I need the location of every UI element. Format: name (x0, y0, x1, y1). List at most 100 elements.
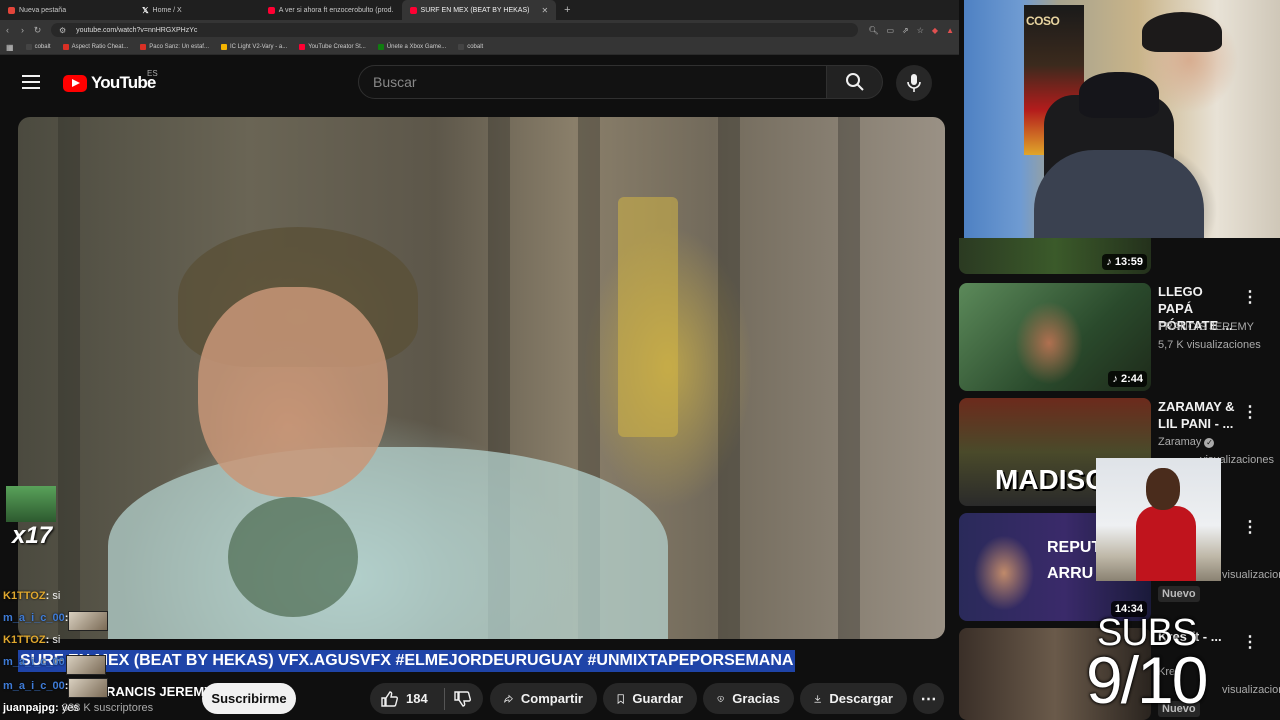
duration-text: 2:44 (1120, 373, 1143, 385)
chat-user: K1TTOZ (3, 590, 46, 602)
webcam-person-hair (1142, 12, 1222, 52)
bookmark-favicon (377, 44, 384, 50)
chat-user: m_a_i_c_00 (3, 612, 65, 624)
bookmark-aspect-ratio[interactable]: Aspect Ratio Cheat... (62, 44, 128, 50)
alert-icon[interactable]: ▲ (946, 26, 954, 35)
video-scene-detail (838, 117, 860, 639)
bookmark-favicon (299, 44, 306, 50)
download-button[interactable]: Descargar (800, 683, 907, 714)
recommendation-item[interactable]: ♪ 2:44 LLEGO PAPÁ PÓRTATE ... FRANCIS JE… (959, 283, 1280, 391)
bookmark-label: Paco Sanz: Un estaf... (149, 44, 209, 50)
like-icon[interactable] (380, 690, 398, 708)
youtube-logo[interactable]: YouTube (63, 73, 156, 93)
thanks-icon: $ (717, 695, 724, 702)
bookmark-favicon (140, 44, 147, 50)
bookmark-favicon (62, 44, 69, 50)
bookmark-label: IC Light V2-Vary - a... (229, 44, 288, 50)
music-note-icon: ♪ (1112, 373, 1121, 385)
tab-label: Nueva pestaña (19, 6, 67, 14)
more-vertical-icon[interactable]: ⋮ (1242, 632, 1258, 652)
chat-user: K1TTOZ (3, 634, 46, 646)
tab-surf-en-mex[interactable]: SURF EN MEX (BEAT BY HEKAS) ✕ (401, 0, 557, 20)
zoom-icon[interactable]: 🔍︎ (868, 26, 878, 35)
more-vertical-icon[interactable]: ⋮ (1242, 287, 1258, 307)
chat-badge: x17 (6, 486, 56, 549)
recommendation-thumbnail[interactable]: ♪ 2:44 (959, 283, 1151, 391)
bookmark-ic-light[interactable]: IC Light V2-Vary - a... (220, 44, 288, 50)
youtube-logo-text: YouTube (91, 73, 156, 92)
tab-x-home[interactable]: 𝕏 Home / X (134, 0, 190, 20)
bookmark-youtube-creator[interactable]: YouTube Creator St... (299, 44, 366, 50)
recommendation-thumbnail[interactable]: ♪ 13:59 (959, 238, 1151, 274)
duration-badge: ♪ 2:44 (1108, 371, 1147, 387)
badge-image (6, 486, 56, 522)
voice-search-button[interactable] (896, 65, 932, 101)
bookmark-cobalt-2[interactable]: cobalt (458, 44, 483, 50)
download-label: Descargar (829, 691, 893, 706)
search-input[interactable]: Buscar (358, 65, 827, 99)
site-info-icon[interactable]: ⚙ (59, 26, 66, 35)
browser-tab-bar: Nueva pestaña 𝕏 Home / X A ver si ahora … (0, 0, 964, 20)
new-tab-button[interactable]: + (556, 4, 578, 16)
bookmark-label: cobalt (467, 44, 484, 50)
subs-goal-count: 9/10 (1086, 643, 1208, 717)
menu-icon[interactable] (22, 75, 40, 89)
dislike-icon[interactable] (453, 690, 471, 708)
video-player[interactable] (18, 117, 945, 639)
cast-icon[interactable]: ▭ (886, 26, 894, 35)
like-count[interactable]: 184 (406, 691, 428, 706)
thanks-button[interactable]: $ Gracias (703, 683, 794, 714)
back-icon[interactable]: ‹ (0, 25, 15, 35)
like-divider (443, 687, 445, 710)
reload-icon[interactable]: ↻ (30, 25, 45, 36)
apps-grid-icon[interactable]: ▦ (6, 43, 14, 52)
forward-icon[interactable]: › (15, 25, 30, 35)
overlay-person-head (1146, 468, 1180, 510)
chat-message: juanpajpg: yes (3, 702, 113, 714)
bookmark-xbox[interactable]: Únete a Xbox Game... (377, 44, 446, 50)
bookmarks-bar: ▦ cobalt Aspect Ratio Cheat... Paco Sanz… (0, 40, 964, 55)
music-note-icon: ♪ (1106, 256, 1115, 268)
bookmark-favicon (458, 44, 465, 50)
video-scene-detail (718, 117, 740, 639)
like-dislike-group: 184 (370, 683, 483, 714)
recommendation-channel[interactable]: FRANCIS JEREMY (1158, 321, 1254, 333)
channel-name[interactable]: FRANCIS JEREMY (98, 684, 213, 699)
recommendation-title[interactable]: ZARAMAY & LIL PANI - ... (1158, 398, 1238, 432)
more-actions-button[interactable]: ⋯ (913, 683, 944, 714)
close-tab-icon[interactable]: ✕ (541, 6, 548, 15)
bookmark-label: YouTube Creator St... (308, 44, 366, 50)
youtube-play-icon (63, 74, 87, 92)
video-scene-detail (58, 117, 80, 639)
recommendation-item[interactable]: ♪ 13:59 (959, 238, 1280, 276)
share-icon[interactable]: ⇗ (902, 26, 909, 35)
url-field[interactable]: ⚙ youtube.com/watch?v=nnHRGXPHzYc (51, 23, 859, 37)
tab-new[interactable]: Nueva pestaña (0, 0, 74, 20)
bookmark-cobalt[interactable]: cobalt (25, 44, 51, 50)
search-button[interactable] (827, 65, 883, 99)
channel-text: Zaramay (1158, 436, 1202, 448)
webcam-overlay: COSO (964, 0, 1280, 238)
chat-message: K1TTOZ: si (3, 634, 113, 646)
extension-icon[interactable]: ◆ (932, 26, 938, 35)
chat-emote (68, 678, 108, 698)
thanks-label: Gracias (732, 691, 780, 706)
subscribe-button[interactable]: Suscribirme (202, 683, 296, 714)
bookmark-paco-sanz[interactable]: Paco Sanz: Un estaf... (140, 44, 209, 50)
share-button[interactable]: Compartir (490, 683, 597, 714)
chat-emote (66, 655, 106, 675)
recommendation-channel[interactable]: Zaramay ✓ (1158, 436, 1215, 448)
tab-favicon (8, 6, 15, 14)
video-title[interactable]: SURF EN MEX (BEAT BY HEKAS) VFX.AGUSVFX … (18, 650, 796, 672)
more-vertical-icon[interactable]: ⋮ (1242, 402, 1258, 422)
svg-text:$: $ (720, 696, 722, 700)
save-button[interactable]: Guardar (603, 683, 697, 714)
duration-text: 13:59 (1114, 256, 1143, 268)
bookmark-star-icon[interactable]: ☆ (917, 26, 924, 35)
badge-label: x17 (12, 522, 53, 549)
toolbar-icons: 🔍︎ ▭ ⇗ ☆ ◆ ▲ (858, 26, 964, 35)
chat-emote (68, 611, 108, 631)
chat-user: m_a_i_c_00 (3, 680, 65, 692)
tab-a-ver-si-ahora[interactable]: A ver si ahora ft enzocerobulto (prod. (260, 0, 402, 20)
more-vertical-icon[interactable]: ⋮ (1242, 517, 1258, 537)
